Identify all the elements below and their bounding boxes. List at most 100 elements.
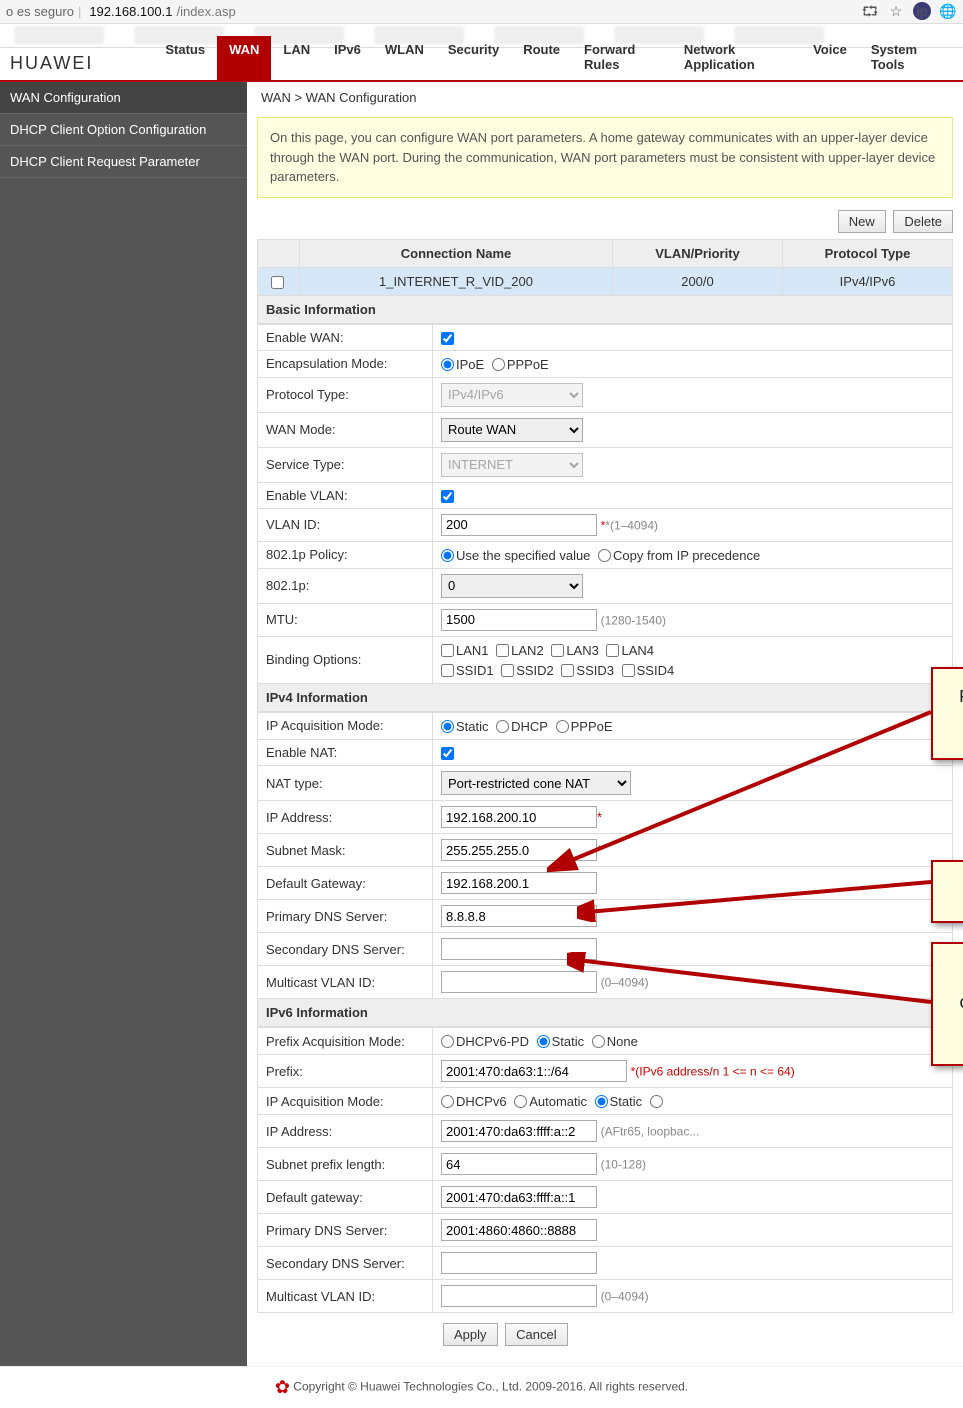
policy-specified-radio[interactable] (441, 549, 454, 562)
row-checkbox[interactable] (271, 276, 284, 289)
default-gateway-input[interactable] (441, 872, 597, 894)
nav-wan[interactable]: WAN (217, 36, 271, 80)
sidebar-item-wan-config[interactable]: WAN Configuration (0, 82, 247, 114)
extension-icon-globe[interactable]: 🌐 (939, 2, 957, 20)
sidebar: WAN Configuration DHCP Client Option Con… (0, 82, 247, 1366)
service-type-select[interactable]: INTERNET (441, 453, 583, 477)
binding-lan3[interactable] (551, 644, 564, 657)
secondary-dns-input[interactable] (441, 938, 597, 960)
enable-wan-checkbox[interactable] (441, 332, 454, 345)
ipacq-dhcp-radio[interactable] (496, 720, 509, 733)
nat-type-select[interactable]: Port-restricted cone NAT (441, 771, 631, 795)
ipv6-secondary-dns-input[interactable] (441, 1252, 597, 1274)
nav-network-application[interactable]: Network Application (672, 36, 801, 80)
binding-ssid3[interactable] (561, 664, 574, 677)
ipacq-static-radio[interactable] (441, 720, 454, 733)
label-protocol: Protocol Type: (258, 377, 433, 412)
enable-vlan-checkbox[interactable] (441, 490, 454, 503)
nav-wlan[interactable]: WLAN (373, 36, 436, 80)
delete-button[interactable]: Delete (893, 210, 953, 233)
sidebar-item-dhcp-option[interactable]: DHCP Client Option Configuration (0, 114, 247, 146)
vlan-id-input[interactable] (441, 514, 597, 536)
nav-lan[interactable]: LAN (271, 36, 322, 80)
nav-status[interactable]: Status (153, 36, 217, 80)
prefixacq-dhcpv6pd-radio[interactable] (441, 1035, 454, 1048)
binding-ssid1[interactable] (441, 664, 454, 677)
label-enable-wan: Enable WAN: (258, 324, 433, 350)
callout-prefix: Prefijo Subnetado en el paso 2.4 (931, 667, 963, 760)
subnet-prefix-length-input[interactable] (441, 1153, 597, 1175)
ipacq6-dhcpv6-radio[interactable] (441, 1095, 454, 1108)
label-sublen: Subnet prefix length: (258, 1148, 433, 1181)
label-dns2-6: Secondary DNS Server: (258, 1247, 433, 1280)
wan-mode-select[interactable]: Route WAN (441, 418, 583, 442)
encap-ipoe-radio[interactable] (441, 358, 454, 371)
subnet-mask-input[interactable] (441, 839, 597, 861)
new-button[interactable]: New (838, 210, 886, 233)
ipacq6-static-radio[interactable] (595, 1095, 608, 1108)
ipv6-address-input[interactable] (441, 1120, 597, 1142)
apply-button[interactable]: Apply (443, 1323, 498, 1346)
table-row[interactable]: 1_INTERNET_R_VID_200 200/0 IPv4/IPv6 (258, 267, 953, 295)
enable-nat-checkbox[interactable] (441, 747, 454, 760)
ip-address-input[interactable] (441, 806, 597, 828)
binding-lan1[interactable] (441, 644, 454, 657)
binding-lan2[interactable] (496, 644, 509, 657)
label-service-type: Service Type: (258, 447, 433, 482)
nav-route[interactable]: Route (511, 36, 572, 80)
top-nav: Status WAN LAN IPv6 WLAN Security Route … (153, 36, 953, 80)
breadcrumb: WAN > WAN Configuration (257, 82, 953, 113)
ipv6-gateway-input[interactable] (441, 1186, 597, 1208)
multicast-vlan-input[interactable] (441, 971, 597, 993)
policy-copy-radio[interactable] (598, 549, 611, 562)
row-vlan: 200/0 (613, 267, 783, 295)
label-enable-nat: Enable NAT: (258, 740, 433, 766)
prefix-input[interactable] (441, 1060, 627, 1082)
footer: ✿ Copyright © Huawei Technologies Co., L… (0, 1366, 963, 1408)
nav-system-tools[interactable]: System Tools (859, 36, 953, 80)
label-vlan-id: VLAN ID: (258, 508, 433, 541)
ipv6-multicast-vlan-input[interactable] (441, 1285, 597, 1307)
primary-dns-input[interactable] (441, 905, 597, 927)
label-gw6: Default gateway: (258, 1181, 433, 1214)
nav-voice[interactable]: Voice (801, 36, 859, 80)
cancel-button[interactable]: Cancel (505, 1323, 567, 1346)
binding-ssid4[interactable] (622, 664, 635, 677)
binding-lan4[interactable] (606, 644, 619, 657)
nav-ipv6[interactable]: IPv6 (322, 36, 373, 80)
connection-table: Connection Name VLAN/Priority Protocol T… (257, 239, 953, 296)
mtu-input[interactable] (441, 609, 597, 631)
label-dns2: Secondary DNS Server: (258, 933, 433, 966)
label-binding: Binding Options: (258, 636, 433, 683)
ipv6-primary-dns-input[interactable] (441, 1219, 597, 1241)
8021p-select[interactable]: 0 (441, 574, 583, 598)
section-ipv4: IPv4 Information (257, 684, 953, 712)
prefixacq-none-radio[interactable] (592, 1035, 605, 1048)
browser-address-bar: o es seguro | 192.168.100.1 /index.asp ⮔… (0, 0, 963, 24)
prefixacq-static-radio[interactable] (537, 1035, 550, 1048)
star-icon[interactable]: ☆ (887, 2, 905, 20)
binding-ssid2[interactable] (501, 664, 514, 677)
translate-icon[interactable]: ⮔ (861, 2, 879, 20)
label-dns1-6: Primary DNS Server: (258, 1214, 433, 1247)
ipacq6-auto-radio[interactable] (514, 1095, 527, 1108)
extension-icon-ip[interactable]: ip (913, 2, 931, 20)
label-ipaddr: IP Address: (258, 801, 433, 834)
ipacq6-extra-radio[interactable] (650, 1095, 663, 1108)
label-prefix-acq: Prefix Acquisition Mode: (258, 1028, 433, 1055)
main-panel: WAN > WAN Configuration On this page, yo… (247, 82, 963, 1366)
sidebar-item-dhcp-request[interactable]: DHCP Client Request Parameter (0, 146, 247, 178)
label-ipaddr6: IP Address: (258, 1115, 433, 1148)
label-ipacq: IP Acquisition Mode: (258, 712, 433, 739)
label-encap: Encapsulation Mode: (258, 350, 433, 377)
protocol-select[interactable]: IPv4/IPv6 (441, 383, 583, 407)
nav-forward-rules[interactable]: Forward Rules (572, 36, 672, 80)
label-subnet: Subnet Mask: (258, 834, 433, 867)
ipacq-pppoe-radio[interactable] (556, 720, 569, 733)
label-enable-vlan: Enable VLAN: (258, 482, 433, 508)
nav-security[interactable]: Security (436, 36, 511, 80)
label-wan-mode: WAN Mode: (258, 412, 433, 447)
info-box: On this page, you can configure WAN port… (257, 117, 953, 198)
callout-mikrotik: Ip Mikrotik, se obtuvo en el paso 2.3 (931, 942, 963, 1066)
encap-pppoe-radio[interactable] (492, 358, 505, 371)
